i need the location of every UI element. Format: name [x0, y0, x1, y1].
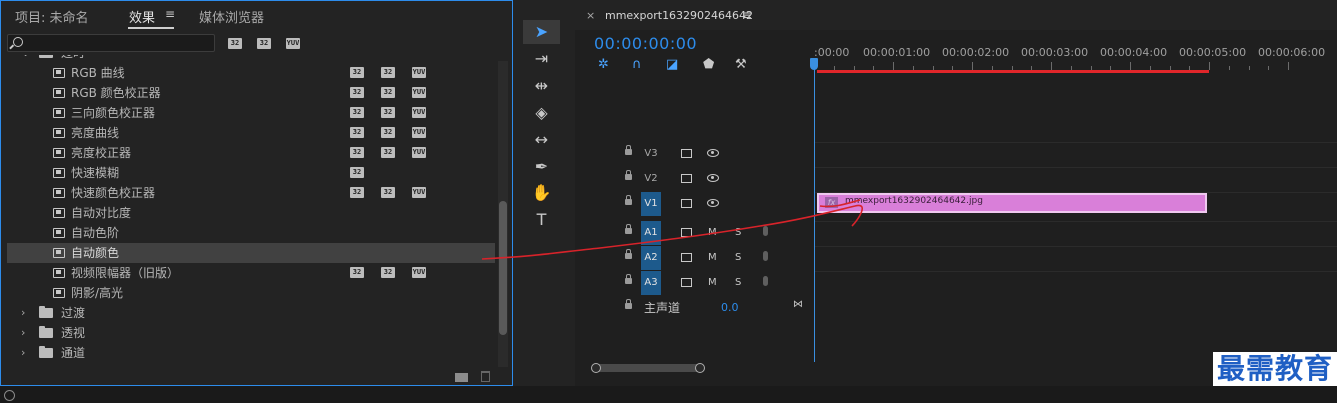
drag-annotation-stroke: [481, 199, 864, 260]
status-icon: [4, 390, 15, 401]
status-bar: [0, 386, 1337, 403]
watermark-logo: 最需教育: [1213, 352, 1337, 386]
